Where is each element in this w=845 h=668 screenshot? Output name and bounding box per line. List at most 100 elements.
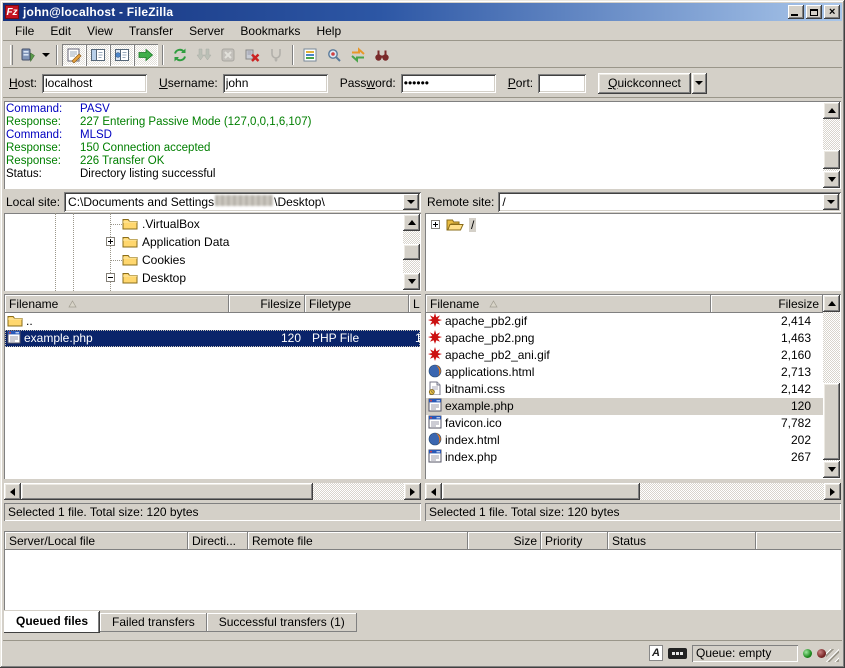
toggle-local-tree-button[interactable] — [86, 44, 110, 66]
port-label: Port: — [508, 76, 533, 90]
tree-item--virtualbox[interactable]: .VirtualBox — [4, 215, 403, 233]
local-site-dropdown-button[interactable] — [403, 194, 419, 210]
column-header-l[interactable]: L — [409, 295, 421, 313]
column-header-filetype[interactable]: Filetype — [305, 295, 409, 313]
column-header-server-local-file[interactable]: Server/Local file — [5, 532, 188, 550]
file-row-index.php[interactable]: index.php267 — [426, 449, 823, 466]
file-row-example.php[interactable]: example.php120 — [426, 398, 823, 415]
local-hscroll-thumb[interactable] — [21, 483, 313, 500]
scroll-right-button[interactable] — [824, 483, 841, 500]
menu-server[interactable]: Server — [181, 22, 232, 40]
maximize-icon — [810, 9, 818, 16]
resize-grip[interactable] — [826, 649, 839, 662]
local-tree-scroll-thumb[interactable] — [403, 244, 420, 260]
menu-help[interactable]: Help — [308, 22, 349, 40]
queue-size-indicator: Queue: empty — [692, 645, 798, 662]
password-field[interactable] — [401, 74, 496, 93]
log-scroll-thumb[interactable] — [823, 150, 840, 169]
reconnect-button[interactable] — [264, 44, 288, 66]
cancel-operation-button[interactable] — [216, 44, 240, 66]
open-site-manager-dropdown-button[interactable] — [40, 44, 52, 66]
local-horizontal-scrollbar[interactable] — [4, 483, 421, 500]
menu-bookmarks[interactable]: Bookmarks — [232, 22, 308, 40]
host-field[interactable] — [42, 74, 147, 93]
remote-site-combobox[interactable]: / — [498, 192, 841, 212]
scroll-down-button[interactable] — [823, 461, 840, 478]
synchronized-browsing-button[interactable] — [346, 44, 370, 66]
disconnect-button[interactable] — [240, 44, 264, 66]
toggle-transfer-queue-button[interactable] — [134, 44, 158, 66]
scroll-left-button[interactable] — [425, 483, 442, 500]
menu-view[interactable]: View — [79, 22, 121, 40]
file-row-apache-pb2.png[interactable]: apache_pb2.png1,463 — [426, 330, 823, 347]
expand-icon[interactable] — [106, 237, 115, 246]
tree-item-application-data[interactable]: Application Data — [4, 233, 403, 251]
local-tree-scrollbar[interactable] — [403, 214, 420, 290]
file-row-applications.html[interactable]: applications.html2,713 — [426, 364, 823, 381]
send-activity-led-icon — [817, 649, 826, 658]
file-row-example.php[interactable]: example.php120PHP File1 — [5, 330, 420, 347]
directory-comparison-button[interactable] — [322, 44, 346, 66]
remote-hscroll-thumb[interactable] — [442, 483, 640, 500]
file-row-bitnami.css[interactable]: bitnami.css2,142 — [426, 381, 823, 398]
remote-horizontal-scrollbar[interactable] — [425, 483, 841, 500]
toggle-message-log-button[interactable] — [62, 44, 86, 66]
maximize-button[interactable] — [806, 5, 822, 19]
process-queue-button[interactable] — [192, 44, 216, 66]
column-header-filesize[interactable]: Filesize — [229, 295, 305, 313]
file-row-..[interactable]: .. — [5, 313, 420, 330]
username-field[interactable] — [223, 74, 328, 93]
column-header-remote-file[interactable]: Remote file — [248, 532, 468, 550]
port-field[interactable] — [538, 74, 586, 93]
scroll-up-button[interactable] — [823, 102, 840, 119]
quickconnect-dropdown-button[interactable] — [692, 73, 707, 94]
title-bar[interactable]: Fz john@localhost - FileZilla × — [3, 3, 842, 21]
file-row-apache-pb2.gif[interactable]: apache_pb2.gif2,414 — [426, 313, 823, 330]
column-header-directi-[interactable]: Directi... — [188, 532, 248, 550]
directory-listing-filters-button[interactable] — [298, 44, 322, 66]
arrow-up-icon — [828, 301, 836, 306]
scroll-left-button[interactable] — [4, 483, 21, 500]
tab-queued-files[interactable]: Queued files — [4, 611, 100, 633]
local-site-combobox[interactable]: C:\Documents and Settings\Desktop\ — [64, 192, 421, 212]
file-row-favicon.ico[interactable]: favicon.ico7,782 — [426, 415, 823, 432]
scroll-down-button[interactable] — [823, 171, 840, 188]
local-directory-tree: .VirtualBoxApplication DataCookiesDeskto… — [4, 213, 421, 291]
column-header-blank[interactable] — [756, 532, 841, 550]
menu-edit[interactable]: Edit — [42, 22, 79, 40]
column-header-filename[interactable]: Filename — [5, 295, 229, 313]
column-header-priority[interactable]: Priority — [541, 532, 608, 550]
file-row-apache-pb2-ani.gif[interactable]: apache_pb2_ani.gif2,160 — [426, 347, 823, 364]
tab-successful-transfers-1-[interactable]: Successful transfers (1) — [207, 613, 357, 632]
tab-failed-transfers[interactable]: Failed transfers — [100, 613, 207, 632]
tree-item-desktop[interactable]: Desktop — [4, 269, 403, 287]
log-scrollbar[interactable] — [823, 102, 840, 188]
tree-item-cookies[interactable]: Cookies — [4, 251, 403, 269]
column-header-filesize[interactable]: Filesize — [711, 295, 823, 313]
quickconnect-button[interactable]: Quickconnect — [598, 73, 691, 94]
refresh-file-lists-button[interactable] — [168, 44, 192, 66]
column-header-filename[interactable]: Filename — [426, 295, 711, 313]
tree-item-root[interactable]: / — [425, 216, 823, 234]
collapse-icon[interactable] — [106, 273, 115, 282]
menu-transfer[interactable]: Transfer — [121, 22, 181, 40]
expand-icon[interactable] — [431, 220, 440, 229]
column-header-status[interactable]: Status — [608, 532, 756, 550]
minimize-button[interactable] — [788, 5, 804, 19]
transfer-type-icon[interactable]: A — [649, 645, 663, 661]
scroll-down-button[interactable] — [403, 273, 420, 290]
file-row-index.html[interactable]: index.html202 — [426, 432, 823, 449]
scroll-right-button[interactable] — [404, 483, 421, 500]
column-header-size[interactable]: Size — [468, 532, 541, 550]
toggle-remote-tree-button[interactable] — [110, 44, 134, 66]
open-site-manager-button[interactable] — [16, 44, 40, 66]
scroll-up-button[interactable] — [403, 214, 420, 231]
speed-limit-icon[interactable] — [668, 648, 687, 659]
menu-file[interactable]: File — [7, 22, 42, 40]
remote-list-scrollbar[interactable] — [823, 295, 840, 478]
remote-site-dropdown-button[interactable] — [823, 194, 839, 210]
search-files-button[interactable] — [370, 44, 394, 66]
scroll-up-button[interactable] — [823, 295, 840, 312]
close-button[interactable]: × — [824, 5, 840, 19]
remote-list-scroll-thumb[interactable] — [823, 383, 840, 460]
